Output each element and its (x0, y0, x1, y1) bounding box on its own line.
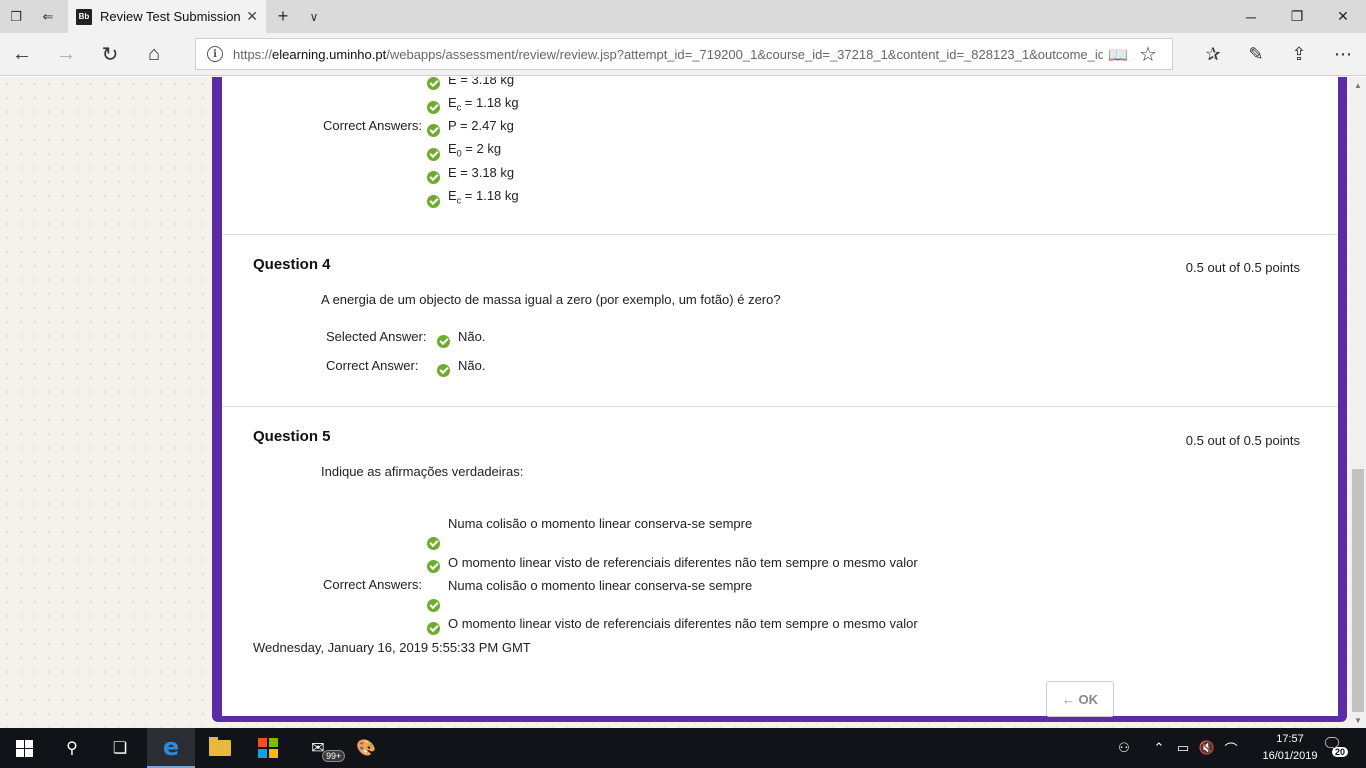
q3-answer-value: = 2 kg (461, 141, 502, 156)
question-5-text: Indique as afirmações verdadeiras: (321, 464, 524, 479)
close-window-icon[interactable]: ✕ (1320, 0, 1366, 33)
show-hidden-icons-chevron-icon[interactable]: ⌃ (1150, 728, 1168, 768)
start-windows-icon[interactable] (0, 728, 48, 768)
people-icon[interactable]: ⚇ (1112, 728, 1136, 768)
forward-arrow-icon[interactable]: → (46, 33, 86, 75)
q3-answer-symbol: E (448, 188, 457, 203)
minimize-icon[interactable]: ─ (1228, 0, 1274, 33)
share-icon[interactable]: ⇪ (1278, 33, 1320, 75)
browser-tab[interactable]: Bb Review Test Submission ✕ (68, 0, 266, 33)
correct-check-icon (427, 622, 440, 635)
windows-taskbar: ⚲ ❏ e ✉ 99+ 🎨 ⚇ ⌃ ▭ 🔇 ⌒ 17:57 16/01/2019… (0, 728, 1366, 768)
q3-correct-answer: Ec = 1.18 kg (448, 188, 519, 206)
question-4-text: A energia de um objecto de massa igual a… (321, 292, 781, 307)
q3-correct-answer: P = 2.47 kg (448, 118, 514, 133)
pen-notes-icon[interactable]: ✎ (1235, 33, 1277, 75)
q3-answer-symbol: E (448, 141, 457, 156)
page-scrollbar[interactable]: ▲ ▼ (1350, 77, 1366, 728)
clock-time: 17:57 (1276, 733, 1304, 745)
correct-check-icon (427, 124, 440, 137)
submission-date: Wednesday, January 16, 2019 5:55:33 PM G… (253, 640, 531, 655)
wifi-icon[interactable]: ⌒ (1220, 728, 1242, 768)
paint-icon[interactable]: 🎨 (342, 728, 390, 768)
correct-check-icon (427, 195, 440, 208)
set-aside-tabs-icon[interactable]: ⇐ (32, 0, 64, 33)
correct-check-icon (427, 148, 440, 161)
browser-title-bar: ❐ ⇐ Bb Review Test Submission ✕ + ∨ ─ ❐ … (0, 0, 1366, 33)
q5-selected-answer: O momento linear visto de referenciais d… (448, 555, 918, 570)
task-view-icon[interactable]: ❏ (96, 728, 144, 768)
system-clock[interactable]: 17:57 16/01/2019 (1260, 731, 1320, 765)
q5-correct-answer: Numa colisão o momento linear conserva-s… (448, 578, 753, 593)
correct-check-icon (427, 101, 440, 114)
volume-muted-icon[interactable]: 🔇 (1196, 728, 1218, 768)
question-divider (222, 234, 1338, 235)
edge-browser-icon[interactable]: e (147, 728, 195, 768)
favorite-star-icon[interactable]: ☆ (1139, 42, 1157, 67)
url-domain: elearning.uminho.pt (272, 46, 387, 62)
address-bar[interactable]: i https://elearning.uminho.pt/webapps/as… (195, 38, 1173, 70)
q3-answer-value: = 1.18 kg (461, 188, 519, 203)
search-icon[interactable]: ⚲ (48, 728, 96, 768)
q4-selected-answer: Não. (458, 329, 486, 344)
battery-icon[interactable]: ▭ (1172, 728, 1194, 768)
q3-correct-answer: E = 3.18 kg (448, 165, 515, 180)
home-icon[interactable]: ⌂ (134, 33, 174, 75)
question-5-title: Question 5 (253, 428, 331, 445)
correct-check-icon (427, 599, 440, 612)
q3-selected-answer: Ec = 1.18 kg (448, 95, 519, 113)
question-divider (222, 406, 1338, 407)
tab-preview-chevron-icon[interactable]: ∨ (303, 0, 325, 33)
file-explorer-icon[interactable] (196, 728, 244, 768)
q4-correct-answer: Não. (458, 358, 486, 373)
browser-nav-bar: ← → ↻ ⌂ i https://elearning.uminho.pt/we… (0, 33, 1366, 76)
back-arrow-icon[interactable]: ← (2, 33, 42, 75)
q5-correct-answers-label: Correct Answers: (323, 577, 422, 592)
question-4-title: Question 4 (253, 256, 331, 273)
mail-icon[interactable]: ✉ 99+ (294, 728, 346, 768)
correct-check-icon (427, 77, 440, 90)
store-icon[interactable] (244, 728, 292, 768)
close-tab-icon[interactable]: ✕ (246, 8, 258, 25)
url-path: /webapps/assessment/review/review.jsp?at… (386, 46, 1103, 62)
new-tab-icon[interactable]: + (272, 0, 294, 33)
correct-check-icon (427, 171, 440, 184)
tab-actions-icon[interactable]: ❐ (0, 0, 32, 33)
correct-check-icon (437, 364, 450, 377)
restore-icon[interactable]: ❐ (1274, 0, 1320, 33)
test-review-panel: E = 3.18 kg Ec = 1.18 kg Correct Answers… (222, 77, 1338, 716)
refresh-icon[interactable]: ↻ (90, 33, 130, 75)
q4-selected-answer-label: Selected Answer: (326, 329, 427, 344)
question-5-points: 0.5 out of 0.5 points (1185, 433, 1300, 448)
blackboard-logo-icon: Bb (76, 8, 92, 25)
page-content: E = 3.18 kg Ec = 1.18 kg Correct Answers… (0, 77, 1350, 728)
question-4-points: 0.5 out of 0.5 points (1185, 260, 1300, 275)
correct-check-icon (427, 537, 440, 550)
scroll-up-icon[interactable]: ▲ (1350, 77, 1366, 93)
correct-check-icon (437, 335, 450, 348)
site-info-icon[interactable]: i (207, 46, 223, 62)
ok-button[interactable]: ← OK (1046, 681, 1114, 717)
favorites-hub-icon[interactable]: ✰ (1192, 33, 1234, 75)
clock-date: 16/01/2019 (1262, 750, 1318, 762)
q3-correct-answers-label: Correct Answers: (323, 118, 422, 133)
q5-correct-answer: O momento linear visto de referenciais d… (448, 616, 918, 631)
correct-check-icon (427, 560, 440, 573)
q5-selected-answer: Numa colisão o momento linear conserva-s… (448, 516, 753, 531)
q3-correct-answer: E0 = 2 kg (448, 141, 501, 159)
scroll-down-icon[interactable]: ▼ (1350, 712, 1366, 728)
url-text[interactable]: https://elearning.uminho.pt/webapps/asse… (233, 47, 1103, 62)
tab-title: Review Test Submission (100, 9, 241, 24)
notification-count: 20 (1332, 747, 1349, 757)
q3-selected-answer: E = 3.18 kg (448, 77, 515, 87)
reading-view-icon[interactable]: 📖 (1108, 45, 1128, 65)
scrollbar-thumb[interactable] (1352, 469, 1364, 712)
url-prefix: https:// (233, 46, 273, 62)
q4-correct-answer-label: Correct Answer: (326, 358, 419, 373)
more-icon[interactable]: ⋯ (1322, 33, 1364, 75)
